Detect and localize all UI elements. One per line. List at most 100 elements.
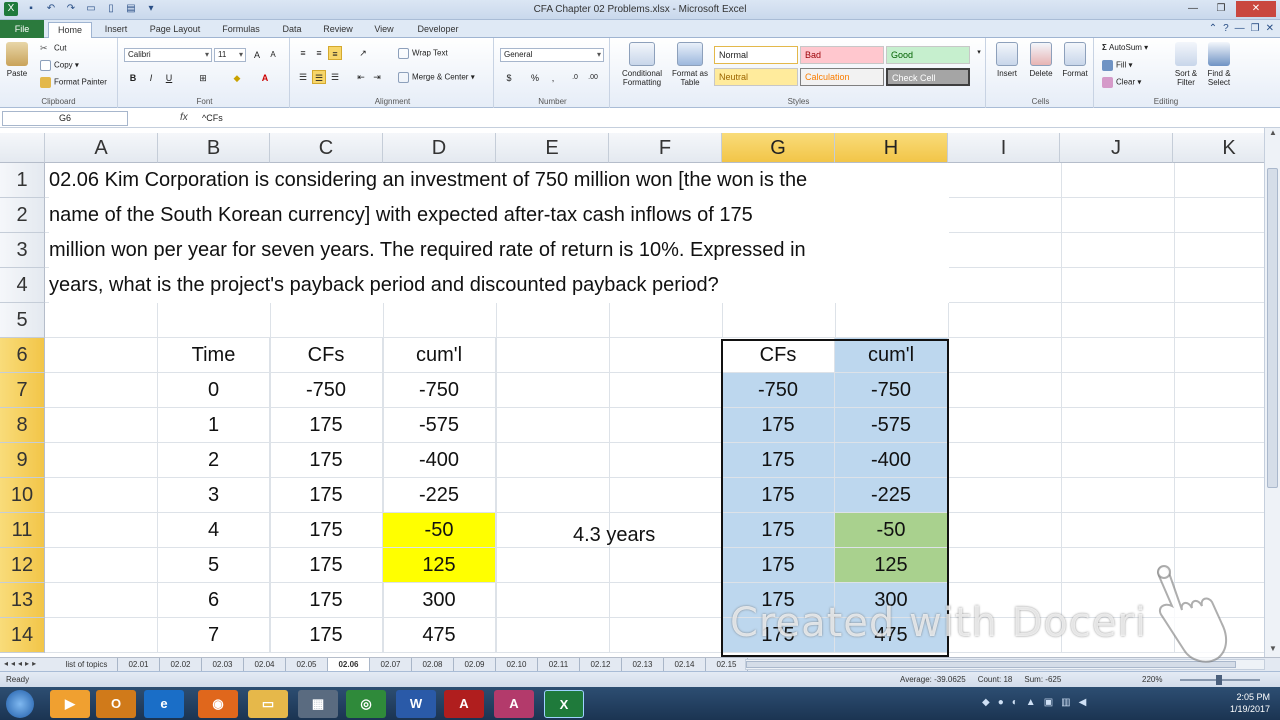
- copy-button[interactable]: Copy ▾: [40, 60, 79, 71]
- cell-time-2[interactable]: 2: [158, 443, 270, 478]
- vertical-scroll-thumb[interactable]: [1267, 168, 1278, 488]
- shrink-font-icon[interactable]: A: [266, 48, 280, 62]
- outlook-icon[interactable]: O: [96, 690, 136, 718]
- close-button[interactable]: ✕: [1236, 1, 1276, 17]
- style-bad[interactable]: Bad: [800, 46, 884, 64]
- fill-button[interactable]: Fill ▾: [1102, 60, 1132, 71]
- column-header-b[interactable]: B: [158, 133, 270, 163]
- column-header-d[interactable]: D: [383, 133, 496, 163]
- increase-decimal-icon[interactable]: .0: [568, 71, 582, 85]
- sheet-tab-02-07[interactable]: 02.07: [370, 658, 412, 671]
- style-normal[interactable]: Normal: [714, 46, 798, 64]
- borders-icon[interactable]: ⊞: [196, 71, 210, 85]
- style-calculation[interactable]: Calculation: [800, 68, 884, 86]
- selected-cell-cum-0[interactable]: -750: [835, 373, 948, 408]
- find-select-button[interactable]: Find & Select: [1202, 42, 1236, 87]
- selected-cell-cf-5[interactable]: 175: [722, 548, 835, 583]
- currency-button[interactable]: $: [502, 71, 516, 85]
- autosum-button[interactable]: Σ AutoSum ▾: [1102, 43, 1148, 52]
- tab-view[interactable]: View: [364, 22, 404, 38]
- align-middle-icon[interactable]: ≡: [312, 46, 326, 60]
- tab-page-layout[interactable]: Page Layout: [142, 22, 208, 38]
- selected-cell-cum-7[interactable]: 475: [835, 618, 948, 653]
- formula-input[interactable]: ^CFs: [202, 113, 223, 123]
- header-time[interactable]: Time: [158, 338, 270, 373]
- workbook-minimize-icon[interactable]: —: [1235, 23, 1245, 34]
- scroll-up-icon[interactable]: ▲: [1265, 128, 1280, 142]
- cell-cf-1[interactable]: 175: [270, 408, 383, 443]
- cell-cum-7[interactable]: 475: [383, 618, 496, 653]
- cell-cf-2[interactable]: 175: [270, 443, 383, 478]
- insert-function-icon[interactable]: fx: [180, 112, 188, 123]
- wrap-text-button[interactable]: Wrap Text: [398, 48, 448, 59]
- percent-button[interactable]: %: [528, 71, 542, 85]
- sheet-tab-02-08[interactable]: 02.08: [412, 658, 454, 671]
- font-color-icon[interactable]: A: [258, 71, 272, 85]
- row-header-12[interactable]: 12: [0, 548, 45, 583]
- sheet-tab-02-13[interactable]: 02.13: [622, 658, 664, 671]
- tab-file[interactable]: File: [0, 20, 44, 38]
- cell-time-5[interactable]: 5: [158, 548, 270, 583]
- cell-cf-7[interactable]: 175: [270, 618, 383, 653]
- sheet-tab-02-05[interactable]: 02.05: [286, 658, 328, 671]
- sheet-tab-02-04[interactable]: 02.04: [244, 658, 286, 671]
- decrease-decimal-icon[interactable]: .00: [586, 71, 600, 85]
- font-name-select[interactable]: Calibri: [124, 48, 212, 62]
- tab-developer[interactable]: Developer: [410, 22, 466, 38]
- column-header-g[interactable]: G: [722, 133, 835, 163]
- sheet-tab-02-15[interactable]: 02.15: [706, 658, 748, 671]
- row-header-10[interactable]: 10: [0, 478, 45, 513]
- selected-cell-cum-1[interactable]: -575: [835, 408, 948, 443]
- access-icon[interactable]: A: [494, 690, 534, 718]
- tray-icon-3[interactable]: ◐: [1012, 697, 1018, 708]
- selected-header-cfs[interactable]: CFs: [722, 338, 835, 373]
- column-header-i[interactable]: I: [948, 133, 1060, 163]
- row-header-9[interactable]: 9: [0, 443, 45, 478]
- cell-cf-0[interactable]: -750: [270, 373, 383, 408]
- column-header-h[interactable]: H: [835, 133, 948, 163]
- italic-button[interactable]: I: [144, 71, 158, 85]
- row-header-7[interactable]: 7: [0, 373, 45, 408]
- cell-cum-4[interactable]: -50: [383, 513, 496, 548]
- word-icon[interactable]: W: [396, 690, 436, 718]
- tray-icon-1[interactable]: ◆: [982, 697, 990, 708]
- problem-text-line-2[interactable]: name of the South Korean currency] with …: [49, 198, 949, 233]
- horizontal-scroll-thumb[interactable]: [746, 661, 1236, 668]
- cell-cf-6[interactable]: 175: [270, 583, 383, 618]
- row-header-2[interactable]: 2: [0, 198, 45, 233]
- selected-cell-cf-6[interactable]: 175: [722, 583, 835, 618]
- selected-cell-cum-6[interactable]: 300: [835, 583, 948, 618]
- sheet-tab-02-14[interactable]: 02.14: [664, 658, 706, 671]
- column-header-f[interactable]: F: [609, 133, 722, 163]
- tab-formulas[interactable]: Formulas: [214, 22, 268, 38]
- zoom-level[interactable]: 220%: [1142, 675, 1162, 684]
- orientation-icon[interactable]: ↗: [356, 46, 370, 60]
- style-good[interactable]: Good: [886, 46, 970, 64]
- column-header-e[interactable]: E: [496, 133, 609, 163]
- calculator-icon[interactable]: ▦: [298, 690, 338, 718]
- column-header-a[interactable]: A: [45, 133, 158, 163]
- underline-button[interactable]: U: [162, 71, 176, 85]
- cell-time-6[interactable]: 6: [158, 583, 270, 618]
- zoom-slider[interactable]: [1180, 675, 1260, 685]
- cell-cum-0[interactable]: -750: [383, 373, 496, 408]
- start-button[interactable]: [6, 690, 34, 718]
- clock[interactable]: 2:05 PM 1/19/2017: [1230, 691, 1270, 715]
- decrease-indent-icon[interactable]: ⇤: [354, 70, 368, 84]
- grow-font-icon[interactable]: A: [250, 48, 264, 62]
- row-header-4[interactable]: 4: [0, 268, 45, 303]
- comma-button[interactable]: ,: [546, 71, 560, 85]
- problem-text-line-4[interactable]: years, what is the project's payback per…: [49, 268, 949, 303]
- column-header-k[interactable]: K: [1173, 133, 1264, 163]
- tab-insert[interactable]: Insert: [96, 22, 136, 38]
- style-neutral[interactable]: Neutral: [714, 68, 798, 86]
- row-header-11[interactable]: 11: [0, 513, 45, 548]
- sheet-tab-02-03[interactable]: 02.03: [202, 658, 244, 671]
- row-header-14[interactable]: 14: [0, 618, 45, 653]
- selected-cell-cum-2[interactable]: -400: [835, 443, 948, 478]
- sort-filter-button[interactable]: Sort & Filter: [1170, 42, 1202, 87]
- tray-icon-4[interactable]: ▲: [1026, 697, 1036, 708]
- row-header-8[interactable]: 8: [0, 408, 45, 443]
- cell-cum-2[interactable]: -400: [383, 443, 496, 478]
- cell-time-4[interactable]: 4: [158, 513, 270, 548]
